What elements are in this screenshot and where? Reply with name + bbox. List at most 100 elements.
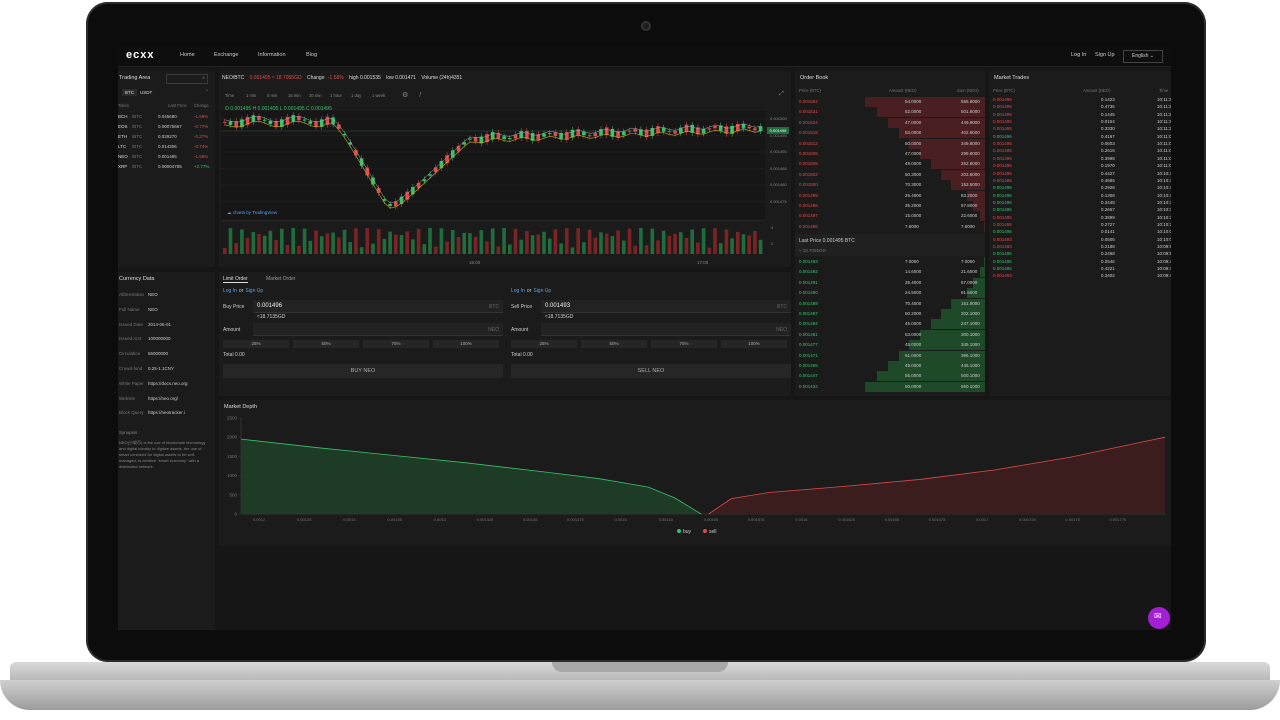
nav-blog[interactable]: Blog: [306, 52, 317, 58]
trade-row: 0.001496 0.0141 10:10:0: [993, 229, 1171, 235]
ask-row[interactable]: 0.001531 52.0000 501.8000: [795, 107, 985, 118]
percent-button[interactable]: 75%: [363, 340, 429, 348]
sell-form-body: Log In or Sign Up Sell Price 0.001493 BTC ≈18.…: [511, 272, 791, 396]
candle: [468, 138, 472, 140]
ask-row[interactable]: 0.001499 25.4000 83.2000: [795, 190, 985, 201]
bid-row[interactable]: 0.001465 49.0000 445.1000: [795, 361, 985, 371]
volume-bar: [547, 238, 552, 254]
tab-btc[interactable]: BTC: [122, 89, 137, 96]
x-tick-label: 0.00153: [659, 517, 674, 522]
market-depth-chart[interactable]: 0 500 1000 1500 2000 2500 0.0012 0.00125 0.0013 0…: [219, 400, 1171, 546]
bid-row[interactable]: 0.001492 14.6000 21.6000: [795, 267, 985, 278]
candlestick-chart[interactable]: [219, 71, 791, 267]
chevron-right-icon[interactable]: ›: [206, 88, 208, 94]
price-tick: 0.001485: [770, 165, 787, 171]
market-row[interactable]: XRP/BTC 0.00004785 +2.77%: [118, 162, 215, 172]
search-input[interactable]: ⌕: [166, 74, 208, 84]
bid-row[interactable]: 0.001481 53.0000 300.1000: [795, 329, 985, 340]
volume-bar: [627, 228, 632, 254]
ask-row[interactable]: 0.001496 7.6000 7.6000: [795, 221, 985, 232]
bid-row[interactable]: 0.001477 45.0000 345.1000: [795, 340, 985, 351]
volume-bar: [291, 228, 295, 254]
volume-bar: [679, 232, 683, 254]
price-tick: 0.001475: [770, 198, 787, 204]
bid-row[interactable]: 0.001484 45.0000 247.1000: [795, 319, 985, 330]
logo[interactable]: ecxx: [126, 49, 154, 61]
percent-button[interactable]: 25%: [511, 340, 577, 348]
candle: [388, 204, 392, 206]
nav-home[interactable]: Home: [180, 52, 195, 58]
bid-row[interactable]: 0.001432 50.0000 550.1000: [795, 381, 985, 392]
bid-row[interactable]: 0.001493 7.0000 7.0000: [795, 257, 985, 267]
volume-bar: [268, 230, 273, 254]
market-row[interactable]: NEO/BTC 0.001495 -1.58%: [118, 152, 215, 162]
login-link[interactable]: Log In: [511, 288, 525, 294]
volume-bar: [690, 229, 694, 254]
volume-bar: [394, 234, 398, 254]
bid-row[interactable]: 0.001489 70.4000 151.9000: [795, 298, 985, 309]
market-row[interactable]: BCH/BTC 0.045680 -1.59%: [118, 112, 215, 122]
volume-bar: [428, 228, 432, 254]
percent-button[interactable]: 100%: [433, 340, 499, 348]
volume-bar: [405, 231, 409, 254]
signup-link[interactable]: Sign Up: [245, 288, 263, 294]
nav-information[interactable]: Information: [258, 52, 286, 58]
order-book-title: Order Book: [800, 75, 829, 81]
buy-legend-marker: [677, 529, 681, 533]
nav-exchange[interactable]: Exchange: [214, 52, 238, 58]
signup-link[interactable]: Sign Up: [533, 288, 551, 294]
bid-row[interactable]: 0.001487 50.2000 202.1000: [795, 309, 985, 319]
ask-row[interactable]: 0.001498 35.2000 57.8000: [795, 201, 985, 211]
buy-price-input[interactable]: 0.001496 BTC: [253, 300, 503, 313]
language-select[interactable]: English ⌄: [1123, 50, 1163, 63]
ask-row[interactable]: 0.001552 54.0000 555.8000: [795, 97, 985, 107]
volume-bar: [542, 231, 546, 254]
sell-price-input[interactable]: 0.001493 BTC: [541, 300, 791, 313]
tab-usdt[interactable]: USDT: [140, 90, 152, 95]
chat-button[interactable]: ✉: [1148, 607, 1170, 629]
chart-credit: ☁ charts by TradingView: [227, 210, 277, 215]
trade-row: 0.001495 0.1445 10:11:3: [993, 111, 1171, 117]
bid-row[interactable]: 0.001491 35.4000 57.0000: [795, 277, 985, 288]
buy-amount-input[interactable]: NEO: [253, 323, 503, 336]
volume-bar: [223, 248, 227, 254]
trade-row: 0.001495 0.1423 10:11:3: [993, 97, 1171, 102]
trade-row: 0.001495 0.4736 10:11:3: [993, 104, 1171, 110]
login-link[interactable]: Log In: [223, 288, 237, 294]
ask-row[interactable]: 0.001524 47.0000 449.8000: [795, 117, 985, 128]
laptop-notch: [552, 662, 728, 672]
bid-row[interactable]: 0.001490 24.5000 81.5000: [795, 288, 985, 299]
volume-bar: [604, 233, 609, 254]
sell-amount-input[interactable]: NEO: [541, 323, 791, 336]
trade-row: 0.001496 0.3448 10:10:3: [993, 199, 1171, 205]
market-row[interactable]: EOS/BTC 0.00075667 -0.77%: [118, 122, 215, 132]
bid-row[interactable]: 0.001471 51.0000 396.1000: [795, 350, 985, 361]
bid-row[interactable]: 0.001447 55.0000 500.1000: [795, 371, 985, 382]
ask-row[interactable]: 0.001512 50.0000 349.8000: [795, 138, 985, 149]
market-row[interactable]: LTC/BTC 0.014306 -0.74%: [118, 142, 215, 152]
ask-row[interactable]: 0.001518 53.0000 402.8000: [795, 128, 985, 139]
percent-button[interactable]: 50%: [581, 340, 647, 348]
sell-submit-button[interactable]: SELL NEO: [511, 364, 791, 378]
volume-bar: [314, 230, 318, 254]
volume-bar: [639, 228, 643, 254]
percent-button[interactable]: 25%: [223, 340, 289, 348]
nav-signup[interactable]: Sign Up: [1095, 52, 1115, 58]
login-prompt: Log In or Sign Up: [511, 288, 552, 294]
market-row[interactable]: ETH/BTC 0.029270 -0.27%: [118, 132, 215, 142]
nav-login[interactable]: Log In: [1071, 52, 1086, 58]
ask-row[interactable]: 0.001497 15.0000 22.6000: [795, 211, 985, 222]
ask-row[interactable]: 0.001502 50.3000 203.8000: [795, 169, 985, 180]
currency-row: Crowd-fund 0.25-1.1CNY: [119, 366, 175, 371]
volume-bar: [730, 238, 734, 254]
percent-button[interactable]: 75%: [651, 340, 717, 348]
ask-row[interactable]: 0.001505 49.0000 252.8000: [795, 159, 985, 170]
ask-row[interactable]: 0.001500 70.3000 153.5000: [795, 180, 985, 191]
volume-bar: [297, 245, 301, 254]
ask-row[interactable]: 0.001508 47.0000 299.8000: [795, 149, 985, 159]
synopsis-text: NEO(小蚁币) is the use of blockchain techno…: [119, 440, 206, 469]
percent-button[interactable]: 100%: [721, 340, 787, 348]
currency-row: Issued Date 2014-06-01: [119, 321, 172, 327]
buy-submit-button[interactable]: BUY NEO: [223, 364, 503, 378]
percent-button[interactable]: 50%: [293, 340, 359, 348]
